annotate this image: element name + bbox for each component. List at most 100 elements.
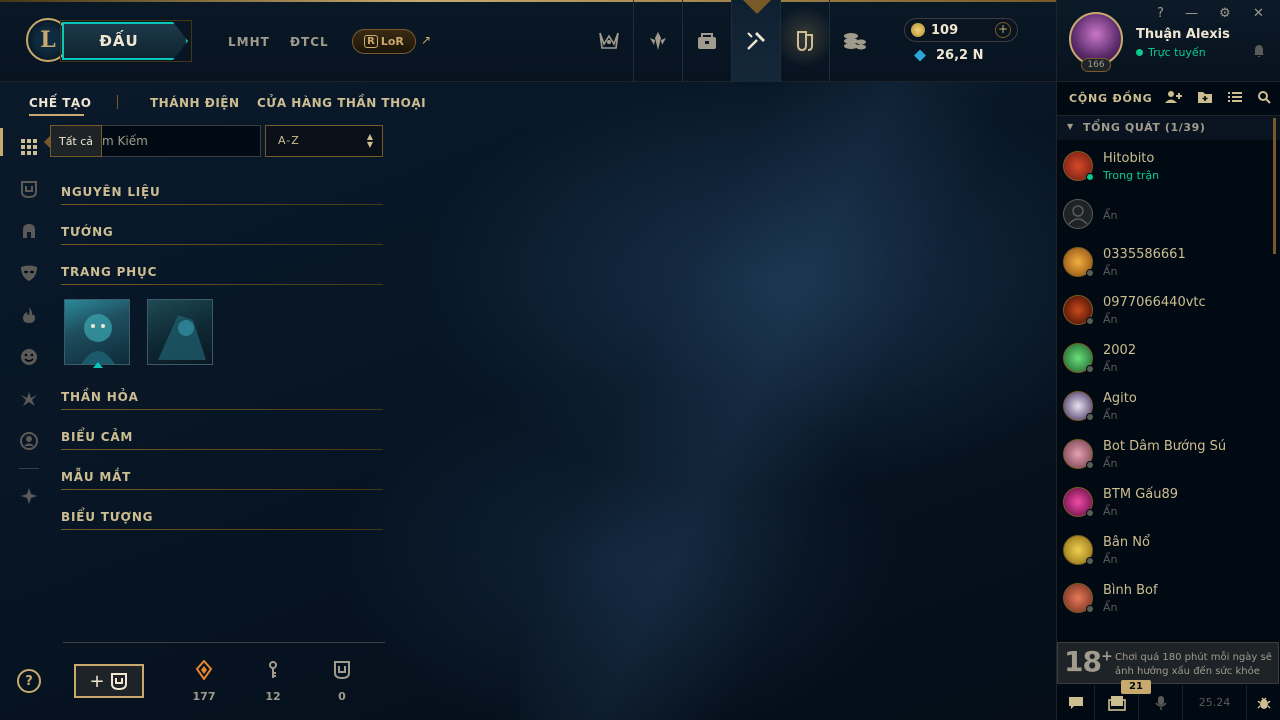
friend-name: Bình Bof [1103,583,1158,598]
age-rating: 18+ [1064,645,1113,678]
profile-name[interactable]: Thuận Alexis [1136,27,1230,42]
store-coins-icon[interactable] [830,0,879,82]
search-icon[interactable] [1257,90,1271,108]
close-icon[interactable]: ✕ [1253,6,1264,21]
status-dot-icon [1086,173,1094,181]
tab-crafting[interactable]: CHẾ TẠO [29,96,91,110]
sort-value: A-Z [278,134,300,147]
friend-status: Ẩn [1103,409,1118,422]
category-label: TƯỚNG [61,225,114,239]
tab-separator [117,95,118,109]
minimize-icon[interactable]: — [1185,6,1198,21]
social-title: CỘNG ĐỒNG [1069,92,1153,105]
filter-eternals-icon[interactable] [14,378,44,420]
friend-item[interactable]: Bot Dâm Bướng Sú Ẩn [1057,432,1273,480]
bug-report-icon[interactable] [1247,685,1280,720]
settings-gear-icon[interactable]: ⚙ [1219,6,1231,21]
friend-item[interactable]: 2002 Ẩn [1057,336,1273,384]
filter-all-grid-icon[interactable] [0,126,44,168]
help-icon[interactable]: ? [1157,6,1164,21]
friend-list-scrollbar[interactable] [1273,118,1276,254]
list-view-icon[interactable] [1227,90,1243,108]
friend-status: Ẩn [1103,209,1118,222]
category-label: TRANG PHỤC [61,265,158,279]
blue-essence-balance: 26,2 N [904,48,1018,63]
friend-item[interactable]: Hitobito Trong trận [1057,144,1273,192]
category-skins[interactable]: TRANG PHỤC [61,261,383,285]
orange-essence-stat: 177 [184,659,224,703]
category-ward-skins[interactable]: MẪU MẮT [61,466,383,490]
external-link-icon: ↗ [421,33,432,47]
orange-essence-icon [195,659,213,681]
buy-rp-button[interactable]: + [995,22,1011,38]
client-version: 25.24 [1183,685,1247,720]
chest-icon [110,673,127,691]
category-champions[interactable]: TƯỚNG [61,221,383,245]
category-emotes[interactable]: BIỂU CẢM [61,426,383,450]
filter-champions-helmet-icon[interactable] [14,210,44,252]
friend-item[interactable]: Bân Nổ Ẩn [1057,528,1273,576]
play-button[interactable]: ĐẤU [62,22,188,60]
friend-item[interactable]: Bình Bof Ẩn [1057,576,1273,624]
loot-filter-column [0,126,44,517]
filter-other-icon[interactable] [14,475,44,517]
chat-icon[interactable] [1057,685,1095,720]
help-button[interactable]: ? [17,669,41,693]
friend-name: Agito [1103,391,1137,406]
inventory-chest-icon[interactable] [683,0,732,82]
key-fragment-icon [269,661,277,678]
add-folder-icon[interactable] [1197,90,1213,108]
friend-name: 0335586661 [1103,247,1186,262]
sort-select[interactable]: A-Z ▲ ▼ [265,125,383,157]
category-materials[interactable]: NGUYÊN LIỆU [61,181,383,205]
friend-name: Bân Nổ [1103,535,1150,550]
rp-value: 109 [931,22,959,38]
tab-mythic-shop[interactable]: CỬA HÀNG THẦN THOẠI [257,96,426,110]
status-dot-icon [1086,509,1094,517]
friend-item[interactable]: 0335586661 Ẩn [1057,240,1273,288]
skin-shard-tile[interactable] [64,299,130,365]
nav-tft[interactable]: ĐTCL [290,35,329,49]
filter-skins-mask-icon[interactable] [14,252,44,294]
friend-item[interactable]: Ẩn [1057,192,1273,240]
add-chest-button[interactable]: + [74,664,144,698]
filter-materials-icon[interactable] [14,168,44,210]
status-dot-icon [1086,413,1094,421]
rp-balance: 109 + [904,18,1018,42]
active-tab-underline [29,114,84,116]
add-friend-icon[interactable] [1165,90,1183,108]
lor-button[interactable]: R LoR [352,29,416,54]
filter-wards-flame-icon[interactable] [14,294,44,336]
top-icon-group [585,0,879,82]
friend-group-general[interactable]: TỔNG QUÁT (1/39) [1057,116,1280,140]
selected-tile-marker-icon [93,362,103,368]
friend-item[interactable]: BTM Gấu89 Ẩn [1057,480,1273,528]
collection-icon[interactable] [781,0,830,82]
ranked-emblem-icon[interactable] [634,0,683,82]
friend-item[interactable]: Agito Ẩn [1057,384,1273,432]
friend-item[interactable]: 0977066440vtc Ẩn [1057,288,1273,336]
notification-bell-icon[interactable] [1253,44,1265,62]
group-label: TỔNG QUÁT (1/39) [1083,121,1206,134]
category-eternals[interactable]: THẦN HỎA [61,386,383,410]
sort-arrows-icon: ▲ ▼ [366,132,374,149]
filter-emotes-face-icon[interactable] [14,336,44,378]
category-label: BIỂU CẢM [61,430,134,444]
plus-icon: + [89,670,105,692]
filter-icons-profile-icon[interactable] [14,420,44,462]
orange-essence-value: 177 [192,690,216,703]
trophy-icon[interactable] [585,0,634,82]
chest-icon [334,661,350,680]
profile-status[interactable]: Trực tuyến [1136,46,1206,59]
tab-sanctum[interactable]: THÁNH ĐIỆN [150,96,240,110]
friend-status: Trong trận [1103,169,1160,182]
warning-text: Chơi quá 180 phút mỗi ngày sẽ ảnh hưởng … [1115,652,1272,677]
friend-status: Ẩn [1103,457,1118,470]
nav-lol[interactable]: LMHT [228,35,270,49]
skin-shard-tile[interactable] [147,299,213,365]
status-dot-icon [1086,461,1094,469]
friend-name: Bot Dâm Bướng Sú [1103,439,1227,454]
category-icons[interactable]: BIỂU TƯỢNG [61,506,383,530]
friend-status: Ẩn [1103,601,1118,614]
status-dot-icon [1086,269,1094,277]
